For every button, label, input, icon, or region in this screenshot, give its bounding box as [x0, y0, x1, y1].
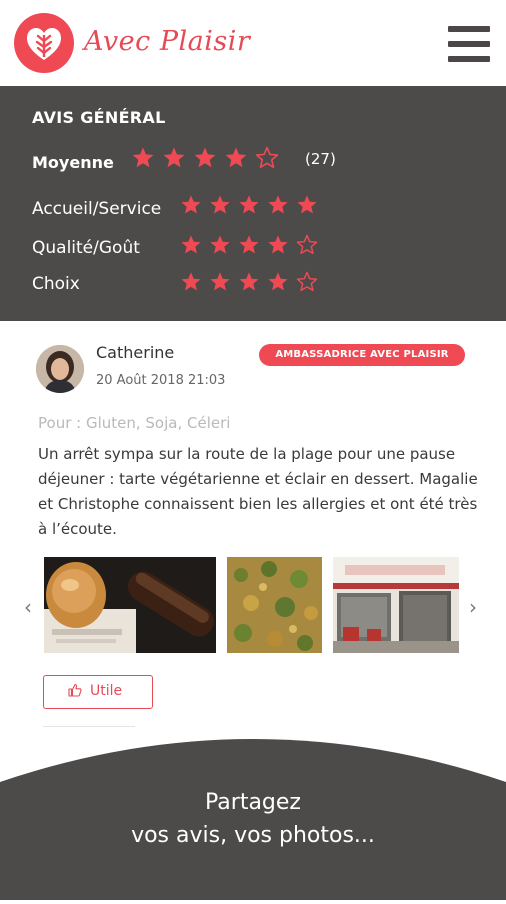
- star-filled-icon: [181, 195, 201, 214]
- brand-name: Avec Plaisir: [84, 26, 251, 57]
- star-filled-icon: [181, 272, 201, 291]
- star-filled-icon: [239, 195, 259, 214]
- star-filled-icon: [268, 235, 288, 254]
- photo-pastries[interactable]: [44, 557, 216, 653]
- review-count[interactable]: (27): [305, 150, 336, 168]
- thumbs-up-icon: [68, 683, 82, 697]
- rating-summary: AVIS GÉNÉRAL Moyenne (27) Accueil/Servic…: [0, 86, 506, 321]
- star-empty-icon: [296, 271, 318, 292]
- review-text: Un arrêt sympa sur la route de la plage …: [38, 445, 478, 538]
- star-filled-icon: [297, 195, 317, 214]
- star-filled-icon: [210, 195, 230, 214]
- useful-label: Utile: [90, 683, 123, 699]
- star-filled-icon: [163, 147, 185, 168]
- review-date: 20 Août 2018 21:03: [96, 373, 226, 388]
- star-filled-icon: [239, 235, 259, 254]
- avatar[interactable]: [36, 345, 84, 393]
- average-label: Moyenne: [32, 153, 114, 172]
- chevron-right-icon[interactable]: ›: [469, 595, 477, 619]
- criterion-stars-qualite: [180, 234, 325, 256]
- star-filled-icon: [268, 195, 288, 214]
- criterion-stars-accueil: [180, 194, 325, 216]
- criterion-label-qualite: Qualité/Goût: [32, 238, 140, 258]
- footer-line-2: vos avis, vos photos...: [131, 823, 375, 848]
- divider: [43, 726, 135, 727]
- star-empty-icon: [296, 234, 318, 255]
- footer-text: Partagez vos avis, vos photos...: [0, 786, 506, 852]
- wheat-heart-icon[interactable]: [14, 13, 74, 73]
- star-filled-icon: [194, 147, 216, 168]
- app-header: Avec Plaisir: [0, 0, 506, 86]
- photo-vegetable-tart[interactable]: [227, 557, 322, 653]
- star-filled-icon: [210, 272, 230, 291]
- average-stars: [131, 146, 286, 170]
- criterion-stars-choix: [180, 271, 325, 293]
- summary-title: AVIS GÉNÉRAL: [32, 108, 166, 127]
- status-badge: AMBASSADRICE AVEC PLAISIR: [259, 344, 465, 366]
- useful-button[interactable]: Utile: [43, 675, 153, 709]
- hamburger-menu-icon[interactable]: [448, 26, 490, 62]
- criterion-label-accueil: Accueil/Service: [32, 199, 162, 219]
- star-filled-icon: [132, 147, 154, 168]
- star-filled-icon: [210, 235, 230, 254]
- star-filled-icon: [239, 272, 259, 291]
- star-filled-icon: [268, 272, 288, 291]
- reviewer-name[interactable]: Catherine: [96, 343, 174, 362]
- star-filled-icon: [225, 147, 247, 168]
- photo-restaurant-front[interactable]: [333, 557, 459, 653]
- star-filled-icon: [181, 235, 201, 254]
- allergen-line: Pour : Gluten, Soja, Céleri: [38, 414, 231, 432]
- chevron-left-icon[interactable]: ‹: [24, 595, 32, 619]
- criterion-label-choix: Choix: [32, 274, 80, 294]
- footer-line-1: Partagez: [205, 790, 301, 815]
- star-empty-icon: [255, 146, 279, 168]
